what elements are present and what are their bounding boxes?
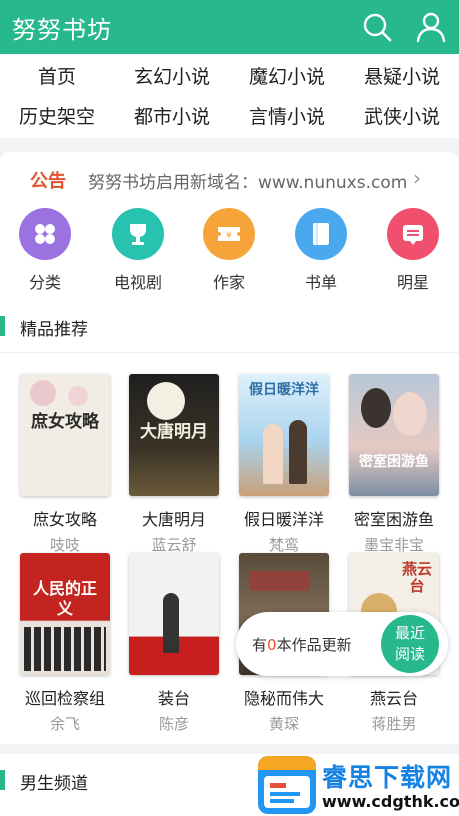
book-title[interactable]: 大唐明月 [124,506,224,530]
nav-item-yanqing[interactable]: 言情小说 [230,102,344,129]
quick-entries: 分类 电视剧 ¥ 作家 书单 明星 [0,206,459,298]
star-badge-icon [387,208,439,260]
book-author: 蒋胜男 [371,715,417,733]
category-icon [19,208,71,260]
notice-tag: 公告 [30,171,66,192]
cover-text: 庶女攻略 [31,412,99,432]
quick-item-category[interactable]: 分类 [10,208,80,293]
update-pill[interactable]: 有0本作品更新 最近 阅读 [236,612,448,676]
featured-section: 精品推荐 庶女攻略 庶女攻略 吱吱 大唐明月 大唐明月 蓝云舒 假日暖洋洋 假日… [0,298,459,744]
section-accent [0,316,5,336]
watermark: 睿思下载网 www.cdgthk.com [256,754,459,816]
nav-item-mohuan[interactable]: 魔幻小说 [230,62,344,89]
book-author: 梵鸾 [268,536,299,554]
book-author: 黄琛 [268,715,299,733]
quick-item-star[interactable]: 明星 [378,208,448,293]
watermark-url: www.cdgthk.com [322,792,459,811]
svg-text:¥: ¥ [226,231,232,241]
update-text: 有0本作品更新 [252,636,352,654]
recent-reading-button[interactable]: 最近 阅读 [381,615,439,673]
user-icon[interactable] [414,10,448,44]
book-card[interactable]: 人民的正义 巡回检察组 余飞 [15,553,115,734]
section-title: 男生频道 [20,774,88,794]
update-count: 0 [267,636,277,654]
book-card[interactable]: 庶女攻略 庶女攻略 吱吱 [15,374,115,555]
brand-title[interactable]: 努努书坊 [12,10,112,45]
book-cover[interactable]: 庶女攻略 [20,374,110,496]
quick-item-tv[interactable]: 电视剧 [103,208,173,293]
book-card[interactable]: 假日暖洋洋 假日暖洋洋 梵鸾 [234,374,334,555]
notice-text: 努努书坊启用新域名：www.nunuxs.com [88,173,408,193]
ticket-icon: ¥ [203,208,255,260]
book-title[interactable]: 庶女攻略 [15,506,115,530]
cover-text: 密室困游鱼 [359,454,429,470]
divider [0,352,459,353]
nav-item-home[interactable]: 首页 [0,62,114,89]
book-author: 墨宝非宝 [363,536,424,554]
book-title[interactable]: 假日暖洋洋 [234,506,334,530]
quick-label: 电视剧 [113,273,162,292]
cover-text: 大唐明月 [140,422,208,442]
book-card[interactable]: 密室困游鱼 密室困游鱼 墨宝非宝 [344,374,444,555]
book-author: 吱吱 [49,536,80,554]
book-title[interactable]: 密室困游鱼 [344,506,444,530]
nav-item-xuanyi[interactable]: 悬疑小说 [345,62,459,89]
chevron-right-icon: › [413,166,421,190]
cover-text: 人民的正义 [32,579,97,618]
book-title[interactable]: 装台 [124,685,224,709]
book-author: 陈彦 [158,715,189,733]
quick-label: 明星 [396,273,429,292]
book-icon [295,208,347,260]
book-author: 蓝云舒 [151,536,197,554]
book-cover[interactable] [129,553,219,675]
nav-item-xuanhuan[interactable]: 玄幻小说 [115,62,229,89]
section-title: 精品推荐 [20,320,88,340]
book-card[interactable]: 装台 陈彦 [124,553,224,734]
book-cover[interactable]: 假日暖洋洋 [239,374,329,496]
book-cover[interactable]: 密室困游鱼 [349,374,439,496]
quick-label: 书单 [304,273,337,292]
book-cover[interactable]: 人民的正义 [20,553,110,675]
quick-item-booklist[interactable]: 书单 [286,208,356,293]
book-title[interactable]: 巡回检察组 [15,685,115,709]
category-nav: 首页 玄幻小说 魔幻小说 悬疑小说 历史架空 都市小说 言情小说 武侠小说 [0,54,459,138]
section-accent [0,770,5,790]
quick-label: 分类 [28,273,61,292]
book-cover[interactable]: 大唐明月 [129,374,219,496]
book-card[interactable]: 大唐明月 大唐明月 蓝云舒 [124,374,224,555]
cover-text: 燕云台 [401,560,432,595]
watermark-title: 睿思下载网 [322,763,453,792]
trophy-icon [112,208,164,260]
nav-item-dushi[interactable]: 都市小说 [115,102,229,129]
search-icon[interactable] [360,10,394,44]
cover-text: 假日暖洋洋 [249,382,319,398]
nav-item-lishi[interactable]: 历史架空 [0,102,114,129]
watermark-logo-icon [258,756,316,814]
app-header: 努努书坊 [0,0,459,54]
book-title[interactable]: 隐秘而伟大 [234,685,334,709]
quick-label: 作家 [212,273,245,292]
book-title[interactable]: 燕云台 [344,685,444,709]
book-author: 余飞 [49,715,80,733]
notice-bar[interactable]: 公告 努努书坊启用新域名：www.nunuxs.com › [0,152,459,206]
quick-item-author[interactable]: ¥ 作家 [194,208,264,293]
nav-item-wuxia[interactable]: 武侠小说 [345,102,459,129]
